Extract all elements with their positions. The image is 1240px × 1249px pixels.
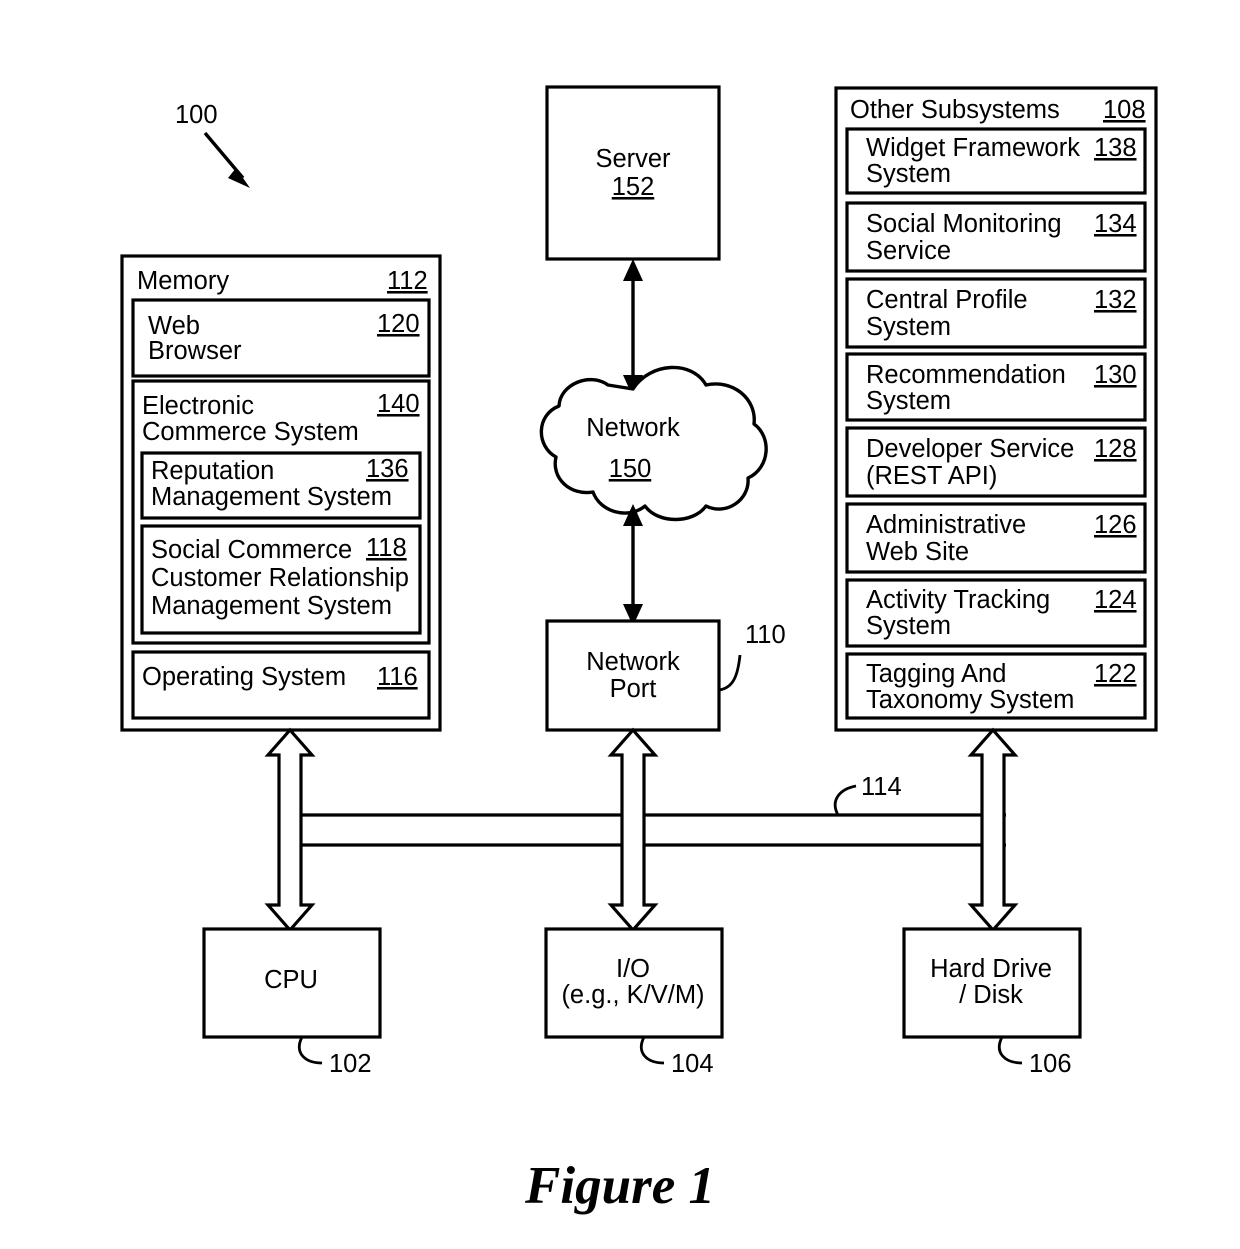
subsystem-6-ref: 124 — [1094, 586, 1137, 614]
hard-drive-line-1: Hard Drive — [930, 955, 1052, 983]
memory-block: Memory 112 Web Browser 120 Electronic Co… — [120, 254, 442, 732]
subsystem-7-line-2: Taxonomy System — [866, 686, 1074, 714]
other-subsystems-block: Other Subsystems 108 Widget Framework Sy… — [834, 86, 1158, 732]
cpu-block: CPU 102 — [202, 927, 382, 1078]
subsystem-7-line-1: Tagging And — [866, 660, 1006, 688]
subsystem-3-line-1: Recommendation — [866, 361, 1066, 389]
module-social-commerce-crm: Social Commerce Customer Relationship Ma… — [140, 524, 422, 635]
subsystems-ref: 108 — [1103, 96, 1146, 124]
subsystem-1-line-1: Social Monitoring — [866, 210, 1062, 238]
server-block: Server 152 — [545, 85, 721, 261]
hard-drive-ref: 106 — [1029, 1050, 1072, 1078]
subsystem-5-line-2: Web Site — [866, 538, 969, 566]
memory-ref: 112 — [387, 267, 428, 295]
subsystem-5-ref: 126 — [1094, 511, 1137, 539]
system-ref-100: 100 — [175, 101, 250, 188]
cpu-ref: 102 — [329, 1050, 372, 1078]
subsystem-tagging-taxonomy-system: Tagging And Taxonomy System 122 — [845, 652, 1147, 720]
hard-drive-block: Hard Drive / Disk 106 — [902, 927, 1082, 1078]
module-ecommerce-line-1: Electronic — [142, 392, 254, 420]
system-bus: 114 — [292, 773, 1006, 847]
subsystem-recommendation-system: Recommendation System 130 — [845, 352, 1147, 422]
module-reputation-ref: 136 — [366, 455, 409, 483]
subsystems-title: Other Subsystems — [850, 96, 1060, 124]
module-crm-line-1: Social Commerce — [151, 536, 352, 564]
module-ecommerce-ref: 140 — [377, 390, 420, 418]
subsystem-2-line-2: System — [866, 313, 951, 341]
subsystem-central-profile-system: Central Profile System 132 — [845, 277, 1147, 349]
patent-figure: 100 Memory 112 Web Browser 120 Electroni… — [0, 0, 1240, 1249]
module-web-browser-line-1: Web — [148, 312, 200, 340]
module-os-line-1: Operating System — [142, 663, 346, 691]
hard-drive-line-2: / Disk — [959, 981, 1023, 1009]
module-reputation-line-1: Reputation — [151, 457, 274, 485]
bus-arrow-subsystems-harddrive — [967, 727, 1019, 933]
module-reputation-management-system: Reputation Management System 136 — [140, 451, 422, 520]
subsystem-2-line-1: Central Profile — [866, 286, 1028, 314]
bus-arrow-memory-cpu — [264, 727, 316, 933]
module-reputation-line-2: Management System — [151, 483, 392, 511]
network-port-ref: 110 — [745, 621, 786, 649]
network-port-block: Network Port 110 — [545, 619, 786, 732]
io-block: I/O (e.g., K/V/M) 104 — [544, 927, 724, 1078]
module-crm-line-2: Customer Relationship — [151, 564, 409, 592]
io-line-1: I/O — [616, 955, 650, 983]
bus-arrow-networkport-io — [607, 727, 659, 933]
subsystem-4-line-1: Developer Service — [866, 435, 1074, 463]
network-port-line-2: Port — [610, 675, 657, 703]
module-os-ref: 116 — [377, 663, 418, 691]
module-operating-system: Operating System 116 — [131, 650, 431, 720]
subsystem-widget-framework-system: Widget Framework System 138 — [845, 127, 1147, 195]
bus-ref: 114 — [861, 773, 902, 801]
module-electronic-commerce-system: Electronic Commerce System 140 Reputatio… — [131, 379, 431, 645]
subsystem-social-monitoring-service: Social Monitoring Service 134 — [845, 201, 1147, 273]
figure-caption: Figure 1 — [524, 1157, 715, 1215]
cpu-label: CPU — [264, 966, 318, 994]
subsystem-2-ref: 132 — [1094, 286, 1137, 314]
server-network-connector — [623, 259, 643, 397]
subsystem-developer-service: Developer Service (REST API) 128 — [845, 426, 1147, 498]
system-ref-label: 100 — [175, 101, 218, 129]
subsystem-4-ref: 128 — [1094, 435, 1137, 463]
module-ecommerce-line-2: Commerce System — [142, 418, 359, 446]
network-port-line-1: Network — [586, 648, 680, 676]
io-line-2: (e.g., K/V/M) — [561, 981, 704, 1009]
subsystem-3-line-2: System — [866, 387, 951, 415]
module-crm-line-3: Management System — [151, 592, 392, 620]
module-web-browser: Web Browser 120 — [131, 298, 431, 378]
network-cloud: Network 150 — [539, 365, 768, 522]
server-label: Server — [595, 145, 671, 173]
server-ref: 152 — [612, 173, 655, 201]
subsystem-1-line-2: Service — [866, 237, 951, 265]
subsystem-3-ref: 130 — [1094, 361, 1137, 389]
figure-1-diagram: 100 Memory 112 Web Browser 120 Electroni… — [120, 85, 1158, 1215]
network-ref: 150 — [609, 455, 652, 483]
subsystem-administrative-web-site: Administrative Web Site 126 — [845, 502, 1147, 574]
subsystem-0-ref: 138 — [1094, 134, 1137, 162]
subsystem-6-line-2: System — [866, 612, 951, 640]
module-web-browser-line-2: Browser — [148, 337, 242, 365]
subsystem-0-line-2: System — [866, 160, 951, 188]
network-port-connector — [623, 504, 643, 626]
network-label: Network — [586, 414, 680, 442]
module-crm-ref: 118 — [366, 534, 407, 562]
memory-title: Memory — [137, 267, 229, 295]
subsystem-1-ref: 134 — [1094, 210, 1137, 238]
subsystem-7-ref: 122 — [1094, 660, 1137, 688]
subsystem-activity-tracking-system: Activity Tracking System 124 — [845, 578, 1147, 648]
subsystem-6-line-1: Activity Tracking — [866, 586, 1050, 614]
module-web-browser-ref: 120 — [377, 310, 420, 338]
subsystem-5-line-1: Administrative — [866, 511, 1026, 539]
io-ref: 104 — [671, 1050, 714, 1078]
subsystem-0-line-1: Widget Framework — [866, 134, 1080, 162]
subsystem-4-line-2: (REST API) — [866, 462, 997, 490]
